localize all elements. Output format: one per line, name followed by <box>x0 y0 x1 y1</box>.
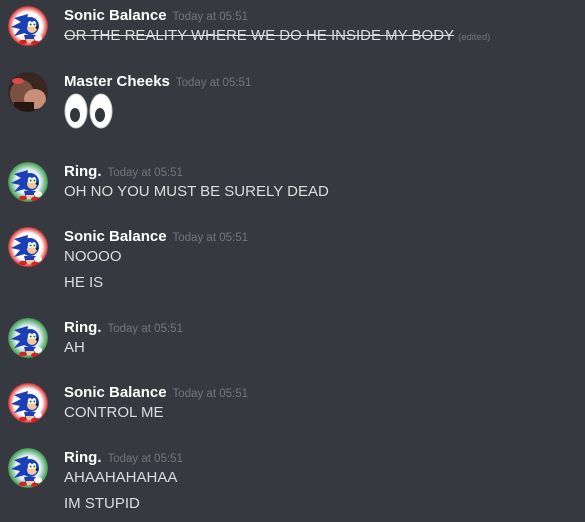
username[interactable]: Ring. <box>64 163 102 180</box>
message-text: AH <box>64 339 85 356</box>
message-text: HE IS <box>64 274 104 291</box>
message-text: IM STUPID <box>64 495 140 512</box>
eyes-emoji-icon <box>64 93 113 129</box>
message-text: OR THE REALITY WHERE WE DO HE INSIDE MY … <box>64 26 490 48</box>
username[interactable]: Sonic Balance <box>64 7 167 24</box>
sonic-avatar[interactable] <box>8 6 48 46</box>
sonic-avatar-alt[interactable] <box>8 448 48 488</box>
message-text: OH NO YOU MUST BE SURELY DEAD <box>64 183 329 200</box>
photo-avatar[interactable] <box>8 72 48 112</box>
sonic-avatar[interactable] <box>8 227 48 267</box>
sonic-avatar-alt[interactable] <box>8 318 48 358</box>
message-text: AHAAHAHAHAA <box>64 469 178 486</box>
chat-log: Sonic Balance Today at 05:51 OR THE REALI… <box>0 0 585 522</box>
timestamp: Today at 05:51 <box>172 388 248 400</box>
sonic-avatar-alt[interactable] <box>8 162 48 202</box>
timestamp: Today at 05:51 <box>107 323 183 335</box>
username[interactable]: Sonic Balance <box>64 384 167 401</box>
username[interactable]: Ring. <box>64 449 102 466</box>
timestamp: Today at 05:51 <box>107 167 183 179</box>
message-header: Ring. Today at 05:51 <box>64 318 183 339</box>
message-header: Master Cheeks Today at 05:51 <box>64 72 251 93</box>
username[interactable]: Ring. <box>64 319 102 336</box>
message-text: NOOOO <box>64 248 122 265</box>
message-header: Sonic Balance Today at 05:51 <box>64 6 248 27</box>
sonic-avatar[interactable] <box>8 383 48 423</box>
timestamp: Today at 05:51 <box>175 77 252 89</box>
username[interactable]: Sonic Balance <box>64 228 167 245</box>
edited-label: (edited) <box>458 32 491 43</box>
message-header: Sonic Balance Today at 05:51 <box>64 383 248 404</box>
timestamp: Today at 05:51 <box>107 453 183 465</box>
message-text-strikethrough: OR THE REALITY WHERE WE DO HE INSIDE MY … <box>64 27 455 44</box>
timestamp: Today at 05:51 <box>172 232 248 244</box>
message-header: Ring. Today at 05:51 <box>64 448 183 469</box>
message-text: CONTROL ME <box>64 404 164 421</box>
message-header: Sonic Balance Today at 05:51 <box>64 227 248 248</box>
timestamp: Today at 05:51 <box>172 11 248 23</box>
message-header: Ring. Today at 05:51 <box>64 162 183 183</box>
username[interactable]: Master Cheeks <box>64 73 170 90</box>
